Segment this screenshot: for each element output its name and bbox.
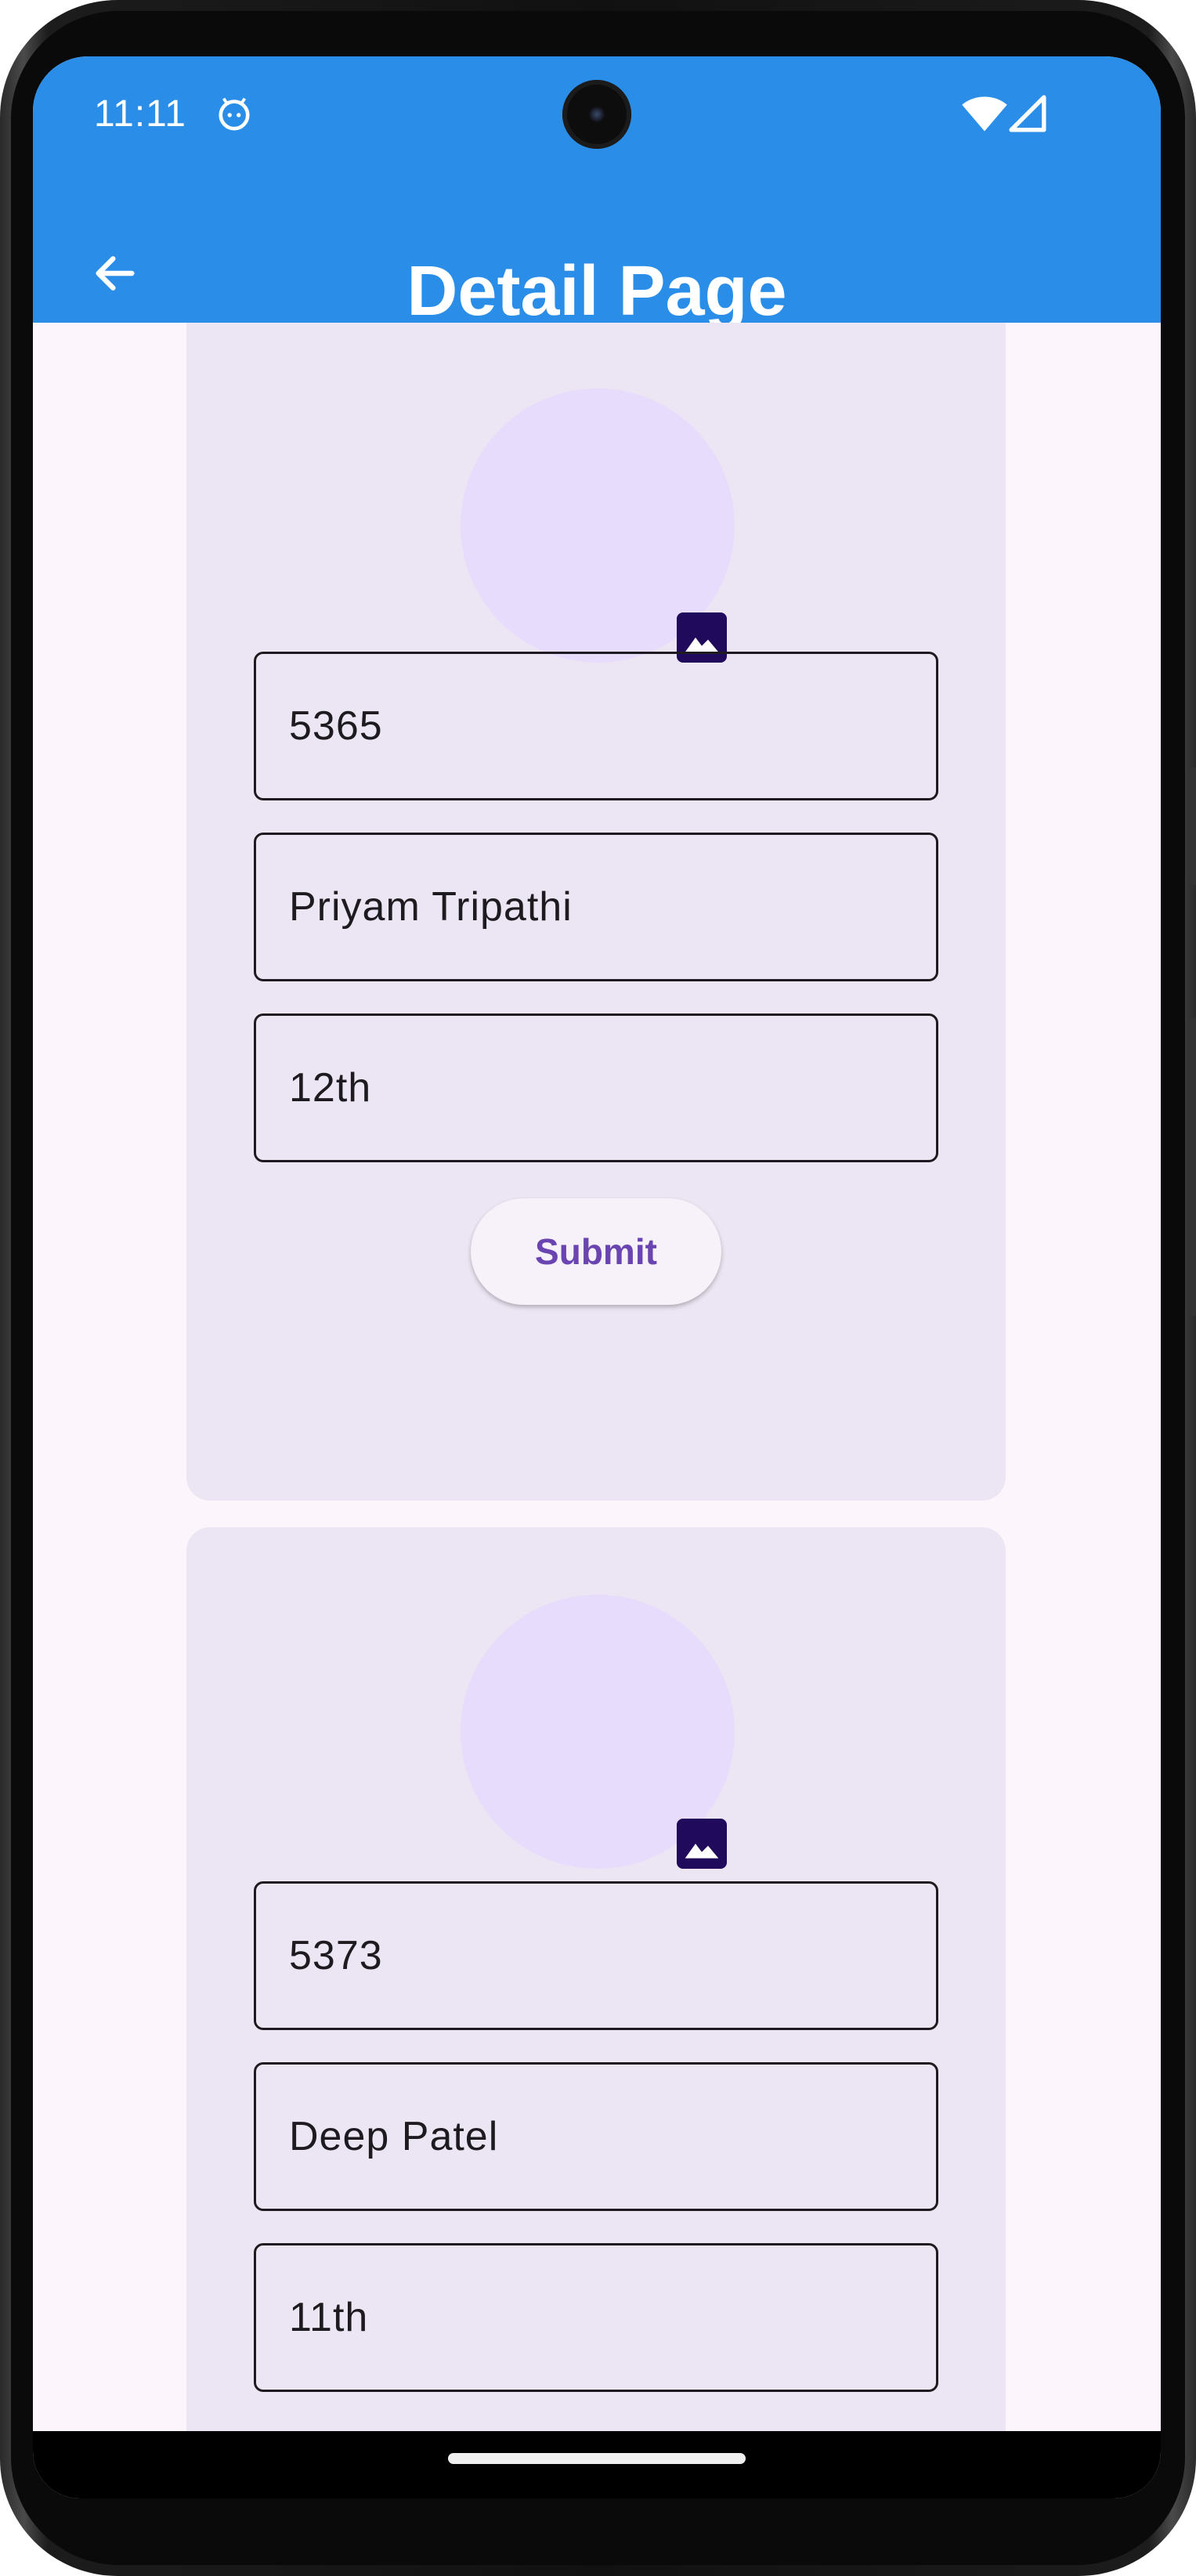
image-icon[interactable]: [677, 1819, 727, 1869]
volume-button: [1188, 1018, 1196, 1316]
cell-signal-icon: [1009, 95, 1046, 132]
wifi-icon: [962, 96, 1007, 132]
id-field[interactable]: 5373: [254, 1881, 938, 2030]
power-button: [1188, 768, 1196, 885]
class-field[interactable]: 12th: [254, 1013, 938, 1162]
home-indicator[interactable]: [448, 2453, 746, 2464]
name-field[interactable]: Priyam Tripathi: [254, 833, 938, 981]
student-card: 5373 Deep Patel 11th: [186, 1527, 1006, 2431]
navigation-bar: [33, 2431, 1161, 2498]
name-field[interactable]: Deep Patel: [254, 2062, 938, 2211]
android-robot-icon: [219, 97, 250, 131]
front-camera: [562, 80, 631, 149]
screen: 11:11 Detail Page 5365 Priyam Tripathi 1…: [33, 56, 1161, 2498]
app-bar: 11:11 Detail Page: [33, 56, 1161, 327]
page-title: Detail Page: [406, 252, 787, 331]
submit-button[interactable]: Submit: [471, 1198, 721, 1305]
phone-frame: 11:11 Detail Page 5365 Priyam Tripathi 1…: [0, 0, 1196, 2576]
student-list[interactable]: 5365 Priyam Tripathi 12th Submit 5373 De…: [33, 323, 1161, 2431]
status-time: 11:11: [94, 93, 186, 135]
id-field[interactable]: 5365: [254, 652, 938, 800]
student-card: 5365 Priyam Tripathi 12th Submit: [186, 323, 1006, 1501]
class-field[interactable]: 11th: [254, 2243, 938, 2392]
